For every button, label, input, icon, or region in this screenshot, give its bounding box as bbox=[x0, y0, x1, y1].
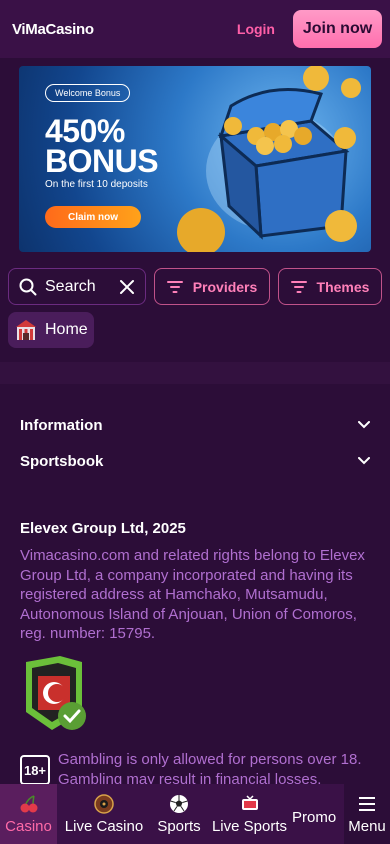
search-icon bbox=[19, 278, 37, 295]
home-label: Home bbox=[45, 321, 88, 338]
live-tv-icon bbox=[240, 794, 260, 814]
nav-menu[interactable]: Menu bbox=[344, 784, 390, 844]
claim-now-button[interactable]: Claim now bbox=[45, 206, 141, 228]
header-actions: Login Join now bbox=[237, 10, 382, 48]
bottom-navigation: Casino Live Casino Sports Live Sports Pr… bbox=[0, 784, 390, 844]
nav-menu-label: Menu bbox=[348, 818, 386, 835]
nav-live-casino-label: Live Casino bbox=[64, 818, 144, 835]
welcome-bonus-badge: Welcome Bonus bbox=[45, 84, 131, 102]
nav-promo[interactable]: Promo bbox=[292, 784, 344, 844]
soccer-ball-icon bbox=[169, 794, 189, 814]
join-now-button[interactable]: Join now bbox=[293, 10, 382, 48]
themes-label: Themes bbox=[316, 278, 370, 295]
sportsbook-accordion[interactable]: Sportsbook bbox=[20, 449, 370, 473]
age-restriction-badge: 18+ bbox=[20, 755, 50, 785]
casino-building-icon bbox=[16, 320, 36, 340]
company-legal-text: Vimacasino.com and related rights belong… bbox=[20, 547, 365, 642]
company-title: Elevex Group Ltd, 2025 bbox=[20, 520, 186, 537]
providers-label: Providers bbox=[192, 278, 258, 295]
chevron-down-icon bbox=[358, 457, 370, 465]
home-category-chip[interactable]: Home bbox=[8, 312, 94, 348]
chevron-down-icon bbox=[358, 421, 370, 429]
filter-icon bbox=[290, 280, 307, 293]
clear-search-icon[interactable] bbox=[119, 279, 135, 295]
bonus-word: BONUS bbox=[45, 143, 159, 179]
sportsbook-label: Sportsbook bbox=[20, 452, 104, 470]
bonus-subline: On the first 10 deposits bbox=[45, 179, 148, 190]
bonus-percent: 450% bbox=[45, 113, 125, 149]
themes-filter-button[interactable]: Themes bbox=[278, 268, 382, 305]
search-label: Search bbox=[45, 277, 96, 295]
hamburger-icon bbox=[357, 794, 377, 814]
top-header: ViMaCasino Login Join now bbox=[0, 0, 390, 58]
nav-casino-label: Casino bbox=[5, 818, 52, 835]
nav-live-casino[interactable]: Live Casino bbox=[57, 784, 151, 844]
filter-icon bbox=[166, 280, 183, 293]
section-divider bbox=[0, 362, 390, 384]
treasure-chest-illustration bbox=[177, 66, 361, 252]
nav-live-sports[interactable]: Live Sports bbox=[207, 784, 292, 844]
bonus-headline: 450% BONUS bbox=[45, 113, 159, 179]
login-button[interactable]: Login bbox=[237, 21, 275, 37]
nav-live-sports-label: Live Sports bbox=[211, 818, 288, 835]
nav-casino[interactable]: Casino bbox=[0, 784, 57, 844]
license-seal-icon[interactable] bbox=[22, 656, 96, 732]
search-input[interactable]: Search bbox=[8, 268, 146, 305]
welcome-bonus-banner[interactable]: Welcome Bonus 450% BONUS On the first 10… bbox=[19, 66, 371, 252]
roulette-icon bbox=[94, 794, 114, 814]
nav-sports[interactable]: Sports bbox=[151, 784, 207, 844]
cherry-icon bbox=[19, 794, 39, 814]
providers-filter-button[interactable]: Providers bbox=[154, 268, 270, 305]
information-accordion[interactable]: Information bbox=[20, 413, 370, 437]
nav-sports-label: Sports bbox=[157, 818, 201, 835]
site-logo[interactable]: ViMaCasino bbox=[12, 21, 94, 38]
information-label: Information bbox=[20, 416, 103, 434]
nav-promo-label: Promo bbox=[292, 809, 337, 826]
